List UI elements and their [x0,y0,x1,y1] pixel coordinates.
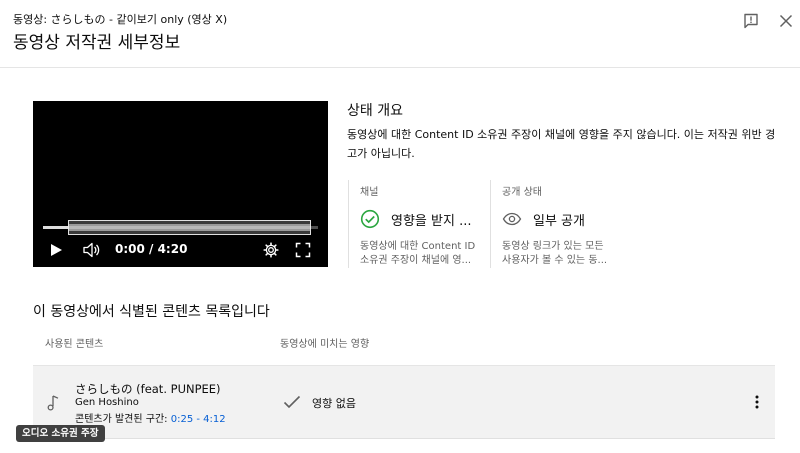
gear-icon [263,242,279,258]
content-section-title: 이 동영상에서 식별된 콘텐츠 목록입니다 [33,304,270,320]
play-icon [51,244,62,256]
video-title-subtitle: 동영상: さらしもの - 같이보기 only (영상 X) [13,13,228,26]
feedback-button[interactable] [740,10,762,32]
channel-detail-line-2: 소유권 주장이 채널에 영... [360,255,472,266]
volume-icon [83,242,100,258]
content-title: さらしもの (feat. PUNPEE) [75,382,221,396]
status-description: 동영상에 대한 Content ID 소유권 주장이 채널에 영향을 주지 않습… [347,128,776,160]
range-link[interactable]: 0:25 - 4:12 [171,414,226,425]
impact-value: 영향 없음 [312,397,356,410]
content-artist: Gen Hoshino [75,397,139,408]
visibility-status-card: 공개 상태 일부 공개 동영상 링크가 있는 모든 사용자가 볼 수 있는 동.… [490,180,630,268]
column-header-content: 사용된 콘텐츠 [45,339,104,350]
column-header-impact: 동영상에 미치는 영향 [280,339,370,350]
channel-card-label: 채널 [360,187,379,198]
close-button[interactable] [775,10,797,32]
content-found-range: 콘텐츠가 발견된 구간: 0:25 - 4:12 [75,410,226,425]
dialog-title: 동영상 저작권 세부정보 [13,33,181,53]
progress-bar[interactable] [43,226,318,229]
progress-fill [43,226,68,229]
row-more-button[interactable] [749,392,765,412]
play-button[interactable] [46,240,66,260]
video-player[interactable]: 0:00 / 4:20 [33,101,328,267]
fullscreen-icon [295,242,311,258]
channel-status-value: 영향을 받지 ... [391,214,472,229]
dialog-header: 동영상: さらしもの - 같이보기 only (영상 X) 동영상 저작권 세부… [0,0,800,68]
feedback-icon [744,13,758,29]
settings-button[interactable] [261,240,281,260]
table-row[interactable]: さらしもの (feat. PUNPEE) Gen Hoshino 콘텐츠가 발견… [33,366,775,439]
player-time: 0:00 / 4:20 [115,242,188,256]
visibility-detail-line-2: 사용자가 볼 수 있는 동... [502,255,608,266]
more-vert-icon [755,395,759,409]
audio-claim-badge: 오디오 소유권 주장 [16,425,105,442]
fullscreen-button[interactable] [293,240,313,260]
channel-status-detail: 동영상에 대한 Content ID 소유권 주장이 채널에 영... [360,240,485,268]
visibility-card-label: 공개 상태 [502,187,542,198]
check-circle-icon [360,209,380,229]
status-overview-title: 상태 개요 [347,103,403,119]
visibility-status-value: 일부 공개 [533,214,585,229]
visibility-status-detail: 동영상 링크가 있는 모든 사용자가 볼 수 있는 동... [502,240,627,268]
eye-icon [502,212,522,226]
visibility-detail-line-1: 동영상 링크가 있는 모든 [502,241,604,252]
volume-button[interactable] [82,240,102,260]
music-note-icon [47,395,59,411]
channel-status-card: 채널 영향을 받지 ... 동영상에 대한 Content ID 소유권 주장이… [348,180,488,268]
range-label: 콘텐츠가 발견된 구간: [75,414,171,425]
channel-detail-line-1: 동영상에 대한 Content ID [360,241,476,252]
close-icon [779,14,793,28]
check-icon [283,395,301,409]
